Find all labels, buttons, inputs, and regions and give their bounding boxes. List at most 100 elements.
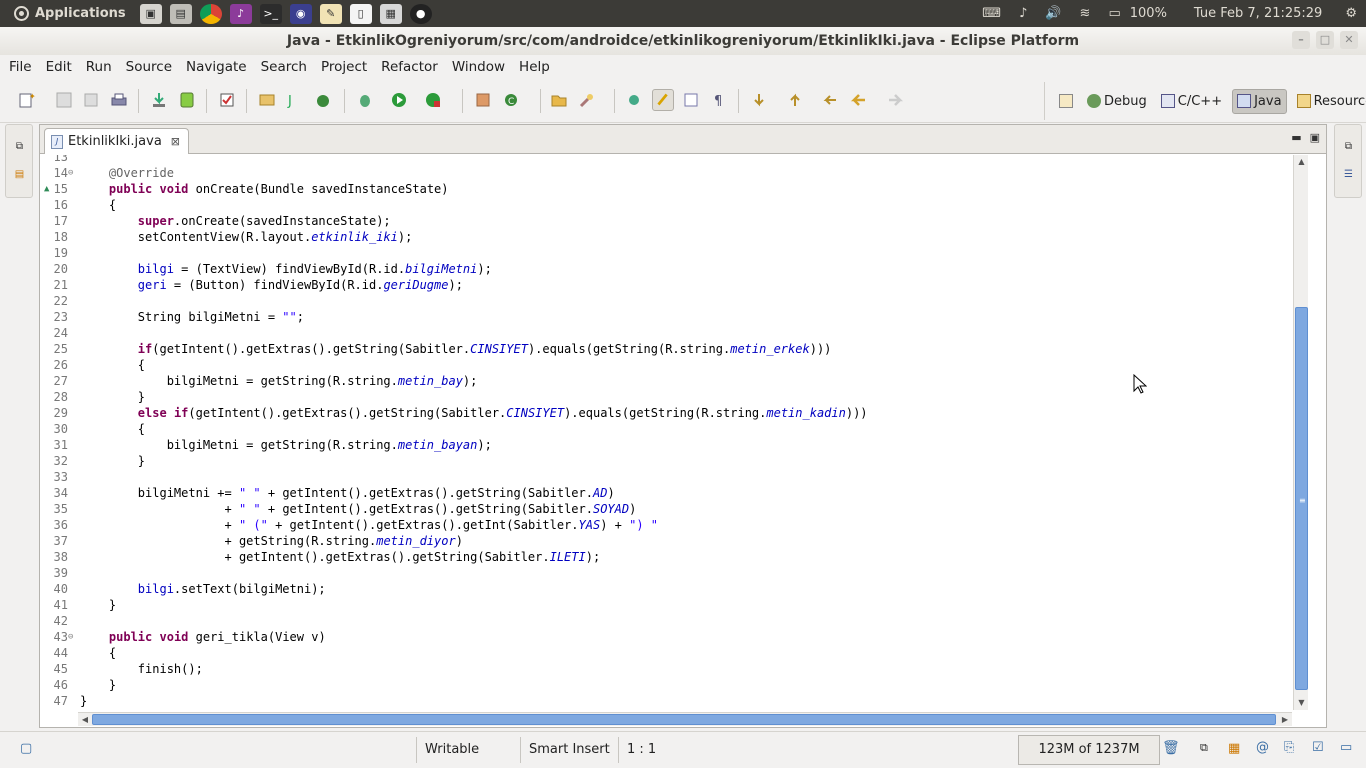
menu-file[interactable]: File [2, 59, 39, 75]
code-line[interactable]: 40 bilgi.setText(bilgiMetni); [40, 581, 1290, 597]
restore-icon[interactable]: ⧉ [1342, 141, 1355, 154]
package-explorer-icon[interactable]: ▤ [13, 169, 26, 182]
scroll-right-arrow-icon[interactable]: ▶ [1278, 713, 1292, 726]
run-icon[interactable] [390, 91, 408, 109]
scroll-left-arrow-icon[interactable]: ◀ [78, 713, 92, 726]
menu-window[interactable]: Window [445, 59, 512, 75]
text-editor-icon[interactable]: ✎ [319, 3, 342, 24]
vertical-scrollbar[interactable]: ▲ ≡ ▼ [1293, 155, 1308, 710]
open-perspective-button[interactable] [1055, 90, 1077, 112]
toggle-breadcrumb-icon[interactable] [626, 91, 644, 109]
debug-icon[interactable] [356, 91, 374, 109]
back-icon[interactable] [850, 91, 868, 109]
problems-icon[interactable]: ▦ [1228, 741, 1240, 756]
perspective-cpp[interactable]: C/C++ [1157, 90, 1226, 113]
fast-view-icon[interactable]: ▢ [20, 741, 32, 756]
outline-icon[interactable]: ☰ [1342, 169, 1355, 182]
settings-gear-icon[interactable]: ⚙ [1345, 6, 1357, 21]
code-line[interactable]: 30 { [40, 421, 1290, 437]
close-tab-icon[interactable]: ⊠ [171, 135, 180, 148]
show-whitespace-icon[interactable]: ¶ [710, 91, 728, 109]
code-line[interactable]: 16 { [40, 197, 1290, 213]
perspective-debug[interactable]: Debug [1083, 90, 1151, 113]
horizontal-scroll-thumb[interactable] [92, 714, 1276, 725]
menu-run[interactable]: Run [79, 59, 119, 75]
code-line[interactable]: 41 } [40, 597, 1290, 613]
volume-icon[interactable]: 🔊 [1045, 6, 1061, 21]
fold-toggle-icon[interactable]: ⊖ [68, 165, 73, 181]
new-class-icon[interactable] [314, 91, 332, 109]
code-line[interactable]: 14 ⊖ @Override [40, 165, 1290, 181]
mark-occurrences-icon[interactable] [652, 89, 674, 111]
code-line[interactable]: 24 [40, 325, 1290, 341]
console-icon[interactable]: ▭ [1340, 740, 1352, 755]
code-line[interactable]: 21 geri = (Button) findViewById(R.id.ger… [40, 277, 1290, 293]
menu-edit[interactable]: Edit [39, 59, 79, 75]
system-monitor-icon[interactable]: ◉ [289, 3, 312, 24]
open-folder-icon[interactable] [550, 91, 568, 109]
code-line[interactable]: 26 { [40, 357, 1290, 373]
code-line[interactable]: 33 [40, 469, 1290, 485]
battery-indicator[interactable]: ▭ 100% [1108, 6, 1175, 21]
code-line[interactable]: 45 finish(); [40, 661, 1290, 677]
code-line[interactable]: 44 { [40, 645, 1290, 661]
code-line[interactable]: 23 String bilgiMetni = ""; [40, 309, 1290, 325]
code-line[interactable]: 28 } [40, 389, 1290, 405]
minimize-button[interactable]: – [1292, 31, 1310, 49]
code-line[interactable]: 35 + " " + getIntent().getExtras().getSt… [40, 501, 1290, 517]
save-icon[interactable] [55, 91, 73, 109]
music-icon[interactable]: ♪ [1019, 6, 1027, 21]
code-line[interactable]: 17 super.onCreate(savedInstanceState); [40, 213, 1290, 229]
code-line[interactable]: 19 [40, 245, 1290, 261]
maximize-pane-icon[interactable]: ▣ [1310, 131, 1320, 144]
new-java-class-icon[interactable]: C [502, 91, 520, 109]
last-edit-location-icon[interactable] [822, 91, 840, 109]
android-sdk-icon[interactable] [178, 91, 196, 109]
new-icon[interactable]: ✦ [18, 91, 36, 109]
code-line[interactable]: 32 } [40, 453, 1290, 469]
code-line[interactable]: 34 bilgiMetni += " " + getIntent().getEx… [40, 485, 1290, 501]
code-editor[interactable]: 13 14 ⊖ @Override 15 ▲ public void onCreate(… [40, 155, 1295, 713]
code-line[interactable]: 38 + getIntent().getExtras().getString(S… [40, 549, 1290, 565]
files-icon[interactable]: ▤ [169, 3, 192, 24]
minimize-pane-icon[interactable]: ▬ [1291, 131, 1301, 144]
editor-tab[interactable]: J EtkinlikIki.java ⊠ [44, 128, 190, 154]
task-icon[interactable] [218, 91, 236, 109]
menu-source[interactable]: Source [119, 59, 179, 75]
code-line[interactable]: 27 bilgiMetni = getString(R.string.metin… [40, 373, 1290, 389]
code-line[interactable]: 36 + " (" + getIntent().getExtras().getI… [40, 517, 1290, 533]
code-line[interactable]: 43 ⊖ public void geri_tikla(View v) [40, 629, 1290, 645]
code-line[interactable]: 29 else if(getIntent().getExtras().getSt… [40, 405, 1290, 421]
wifi-icon[interactable]: ≋ [1080, 6, 1091, 21]
code-line[interactable]: 42 [40, 613, 1290, 629]
tasks-icon[interactable]: ☑ [1312, 740, 1324, 755]
heap-status[interactable]: 123M of 1237M [1018, 735, 1160, 765]
keyboard-icon[interactable]: ⌨ [982, 6, 1001, 21]
next-annotation-icon[interactable] [750, 91, 768, 109]
open-type-hierarchy-icon[interactable]: J [286, 91, 304, 109]
code-line[interactable]: 46 } [40, 677, 1290, 693]
terminal-icon[interactable]: >_ [259, 3, 282, 24]
document-icon[interactable]: ▯ [349, 3, 372, 24]
spreadsheet-icon[interactable]: ▦ [379, 3, 402, 24]
code-line[interactable]: 15 ▲ public void onCreate(Bundle savedIns… [40, 181, 1290, 197]
code-line[interactable]: 18 setContentView(R.layout.etkinlik_iki)… [40, 229, 1290, 245]
code-line[interactable]: 25 if(getIntent().getExtras().getString(… [40, 341, 1290, 357]
import-icon[interactable] [150, 91, 168, 109]
fold-toggle-icon[interactable]: ⊖ [68, 629, 73, 645]
maximize-button[interactable]: □ [1316, 31, 1334, 49]
code-line[interactable]: 22 [40, 293, 1290, 309]
code-line[interactable]: 39 [40, 565, 1290, 581]
forward-icon[interactable] [886, 91, 904, 109]
applications-menu[interactable]: Applications [0, 0, 136, 27]
restore-icon[interactable]: ⧉ [1200, 741, 1208, 755]
clock[interactable]: Tue Feb 7, 21:25:29 [1194, 6, 1322, 21]
menu-navigate[interactable]: Navigate [179, 59, 254, 75]
vertical-scroll-thumb[interactable]: ≡ [1295, 307, 1308, 690]
code-line[interactable]: 31 bilgiMetni = getString(R.string.metin… [40, 437, 1290, 453]
horizontal-scrollbar[interactable]: ◀ ▶ [78, 712, 1292, 726]
print-icon[interactable] [110, 91, 128, 109]
music-player-icon[interactable]: ♪ [229, 3, 252, 24]
media-player-icon[interactable]: ● [409, 3, 432, 24]
menu-project[interactable]: Project [314, 59, 374, 75]
